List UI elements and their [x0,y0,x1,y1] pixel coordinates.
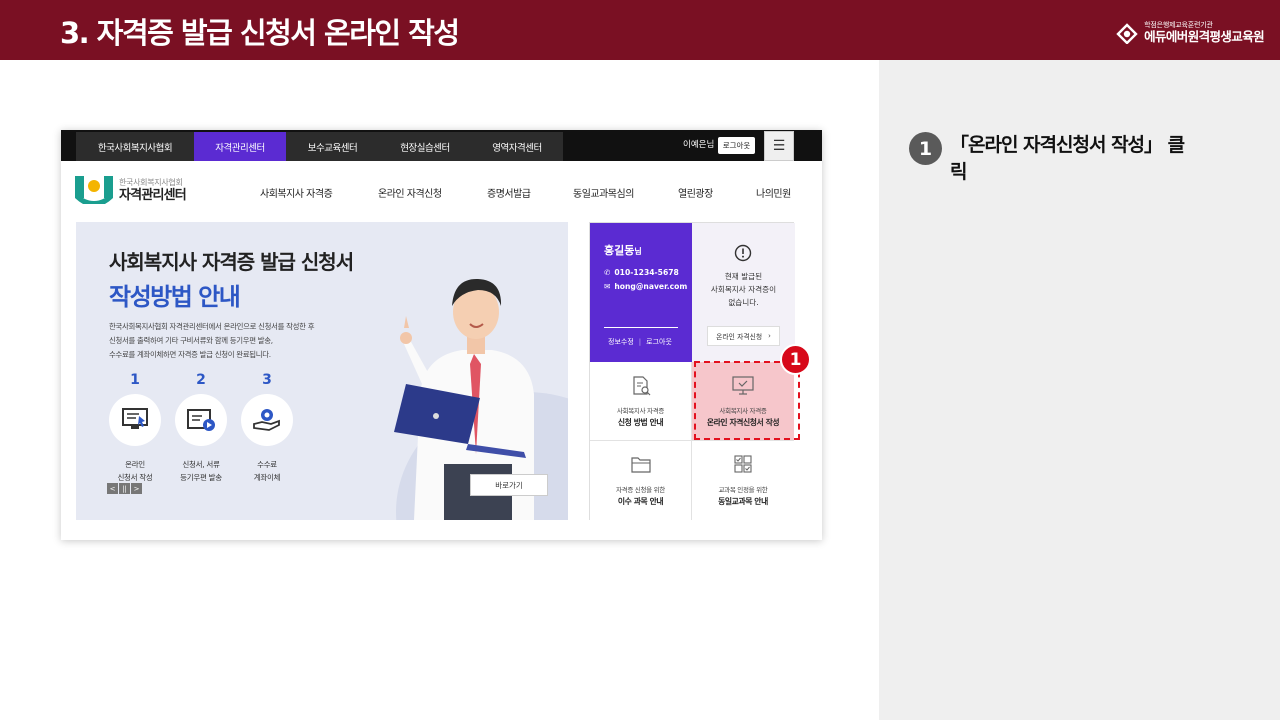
chevron-right-icon: › [768,332,771,340]
instruction-step: 1 「온라인 자격신청서 작성」 클릭 [909,132,1190,186]
go-button[interactable]: 바로가기 [470,474,548,496]
cell-caption: 교과목 인정을 위한 [718,486,768,494]
step-number: 2 [196,372,206,388]
user-email: ✉ hong@naver.com [604,282,688,291]
banner: 사회복지사 자격증 발급 신청서 작성방법 안내 한국사회복지사협회 자격관리센… [76,222,568,520]
step-label: 신청서, 서류 등기우편 발송 [180,460,222,482]
banner-subtitle: 작성방법 안내 [109,283,241,311]
instruction-panel: 1 「온라인 자격신청서 작성」 클릭 [879,60,1280,720]
pager-next-icon[interactable]: > [131,483,142,494]
brand-sub: 학점은행제교육훈련기관 [1144,21,1213,30]
slide-title: 3. 자격증 발급 신청서 온라인 작성 [60,16,460,50]
tab-korea-social-worker-association[interactable]: 한국사회복지사협회 [76,132,194,161]
top-nav: 한국사회복지사협회 자격관리센터 보수교육센터 현장실습센터 영역자격센터 이예… [61,130,822,161]
cell-caption: 사회복지사 자격증 [616,407,665,415]
highlight-box [694,361,800,440]
user-card: 홍길동님 ✆ 010-1234-5678 ✉ hong@naver.com 정보수정… [590,223,692,362]
document-search-icon [632,376,650,396]
menu-social-worker-cert[interactable]: 사회복지사 자격증 [260,185,333,200]
instruction-text: 「온라인 자격신청서 작성」 클릭 [950,134,1185,183]
monitor-icon [109,394,161,446]
checklist-icon [734,455,752,473]
brand: 학점은행제교육훈련기관 에듀에버원격평생교육원 [1116,21,1265,45]
step-label: 수수료 계좌이체 [253,460,281,482]
slide-header: 3. 자격증 발급 신청서 온라인 작성 학점은행제교육훈련기관 에듀에버원격평… [0,0,1280,60]
hamburger-menu-icon[interactable]: ☰ [764,131,794,161]
step-number: 3 [262,372,272,388]
divider [604,327,678,328]
user-phone: ✆ 010-1234-5678 [604,268,679,277]
alert-circle-icon [734,244,752,262]
brand-logo-icon [1116,23,1138,44]
online-application-button[interactable]: 온라인 자격신청 › [707,326,780,346]
menu-open-square[interactable]: 열린광장 [678,185,713,200]
tab-continuing-education-center[interactable]: 보수교육센터 [286,132,379,161]
slider-pager: < || > [107,483,142,494]
website-screenshot: 한국사회복지사협회 자격관리센터 보수교육센터 현장실습센터 영역자격센터 이예… [61,130,822,540]
cell-caption: 자격증 신청을 위한 [616,486,665,494]
banner-desc-line: 수수료를 계좌이체하면 자격증 발급 신청이 완료됩니다. [109,350,271,359]
phone-icon: ✆ [604,268,611,277]
status-message: 현재 발급된 사회복지사 자격증이 없습니다. [710,272,777,307]
tab-field-practice-center[interactable]: 현장실습센터 [379,132,471,161]
edit-info-link[interactable]: 정보수정 [608,338,634,346]
logo-title: 자격관리센터 [119,187,187,203]
user-links: 정보수정 | 로그아웃 [608,338,672,346]
pager-prev-icon[interactable]: < [107,483,118,494]
banner-desc-line: 신청서를 출력하여 기타 구비서류와 함께 등기우편 발송, [109,336,273,345]
menu-certificate-issue[interactable]: 증명서발급 [487,185,531,200]
grid-application-guide[interactable]: 사회복지사 자격증 신청 방법 안내 [590,362,692,441]
logo-mark-icon [75,176,113,204]
user-name: 홍길동님 [604,244,642,257]
site-logo[interactable]: 한국사회복지사협회 자격관리센터 [75,176,187,204]
mail-small-icon: ✉ [604,282,611,291]
logout-button[interactable]: 로그아웃 [718,137,755,154]
user-greeting: 이예은님 [683,140,715,150]
callout-marker: 1 [780,344,811,375]
process-step: 2 신청서, 서류 등기우편 발송 [171,372,231,484]
process-step: 1 온라인 신청서 작성 [105,372,165,484]
menu-my-requests[interactable]: 나의민원 [756,185,791,200]
banner-desc-line: 한국사회복지사협회 자격관리센터에서 온라인으로 신청서를 작성한 후 [109,322,315,331]
banner-title: 사회복지사 자격증 발급 신청서 [109,250,354,274]
mail-icon [175,394,227,446]
step-label: 온라인 신청서 작성 [117,460,153,482]
cell-title: 신청 방법 안내 [617,418,664,427]
brand-name: 에듀에버원격평생교육원 [1144,29,1265,45]
logo-subtitle: 한국사회복지사협회 [119,177,183,187]
menu-same-course-review[interactable]: 동일교과목심의 [573,185,634,200]
tab-qualification-center[interactable]: 자격관리센터 [194,132,286,161]
grid-same-course-guide[interactable]: 교과목 인정을 위한 동일교과목 안내 [692,441,794,520]
tab-domain-qualification-center[interactable]: 영역자격센터 [471,132,563,161]
grid-required-courses[interactable]: 자격증 신청을 위한 이수 과목 안내 [590,441,692,520]
coin-hand-icon [241,394,293,446]
step-badge: 1 [909,132,942,165]
banner-description: 한국사회복지사협회 자격관리센터에서 온라인으로 신청서를 작성한 후 신청서를… [109,320,315,362]
user-logout-link[interactable]: 로그아웃 [646,338,672,346]
pager-pause-icon[interactable]: || [119,483,130,494]
step-number: 1 [130,372,140,388]
cell-title: 동일교과목 안내 [718,497,768,506]
process-step: 3 수수료 계좌이체 [237,372,297,484]
menu-online-application[interactable]: 온라인 자격신청 [378,185,442,200]
certificate-status-card: 현재 발급된 사회복지사 자격증이 없습니다. 온라인 자격신청 › [692,223,795,362]
folder-icon [630,457,651,473]
cell-title: 이수 과목 안내 [617,497,664,506]
